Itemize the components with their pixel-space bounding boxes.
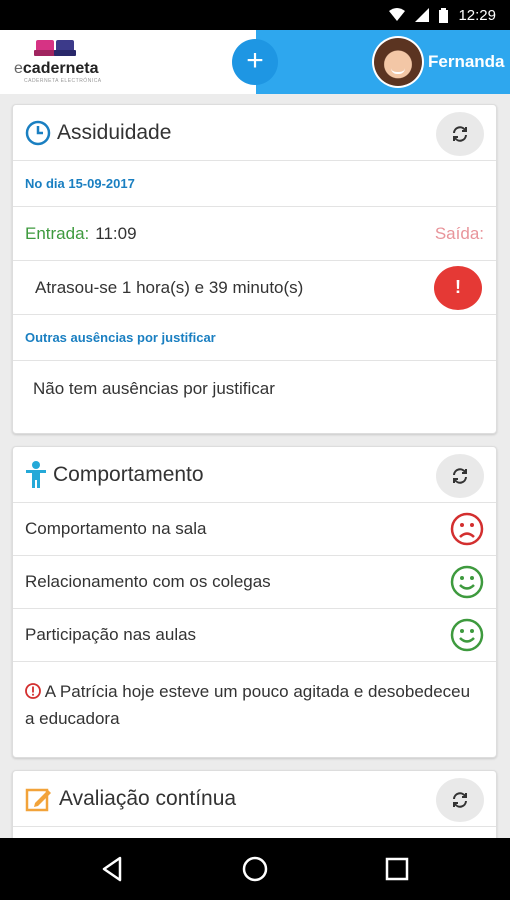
behaviour-item-label: Comportamento na sala	[25, 519, 207, 538]
app-header: ecaderneta CADERNETA ELECTRÓNICA + Ferna…	[0, 30, 510, 94]
behaviour-note-row: A Patrícia hoje esteve um pouco agitada …	[13, 662, 496, 757]
navigation-bar	[0, 838, 510, 900]
evaluation-title: Avaliação contínua	[59, 786, 237, 810]
attendance-refresh-button[interactable]	[436, 112, 484, 156]
exit-label: Saída:	[434, 223, 484, 243]
refresh-icon	[453, 468, 467, 484]
back-icon[interactable]	[98, 854, 128, 884]
behaviour-item: Comportamento na sala	[13, 503, 496, 556]
behaviour-note: A Patrícia hoje esteve um pouco agitada …	[25, 682, 471, 728]
add-button[interactable]: +	[232, 39, 278, 85]
user-name[interactable]: Fernanda	[428, 52, 505, 72]
status-bar: 12:29	[0, 0, 510, 30]
happy-face-icon	[450, 618, 484, 652]
recent-apps-icon[interactable]	[382, 854, 412, 884]
behaviour-title: Comportamento	[53, 462, 204, 486]
behaviour-item: Relacionamento com os colegas	[13, 556, 496, 609]
entry-exit-row: Entrada: 11:09 Saída:	[13, 207, 496, 261]
behaviour-card: Comportamento Comportamento na sala Rela…	[12, 446, 497, 758]
refresh-icon	[453, 126, 467, 142]
sad-face-icon	[450, 512, 484, 546]
evaluation-header: Avaliação contínua	[13, 771, 496, 827]
person-icon	[26, 460, 46, 488]
behaviour-item-label: Participação nas aulas	[25, 625, 197, 644]
warning-icon	[25, 683, 41, 699]
happy-face-icon	[450, 565, 484, 599]
clock-icon	[25, 120, 51, 145]
attendance-date: No dia 15-09-2017	[25, 176, 135, 191]
home-icon[interactable]	[240, 854, 270, 884]
no-absences-row: Não tem ausências por justificar	[13, 361, 496, 417]
ecaderneta-logo[interactable]: ecaderneta CADERNETA ELECTRÓNICA	[14, 38, 104, 86]
attendance-title: Assiduidade	[57, 120, 172, 144]
attendance-card: Assiduidade No dia 15-09-2017 Entrada: 1…	[12, 104, 497, 434]
behaviour-refresh-button[interactable]	[436, 454, 484, 498]
no-absences-text: Não tem ausências por justificar	[33, 379, 275, 398]
evaluation-card: Avaliação contínua	[12, 770, 497, 838]
wifi-icon	[389, 8, 406, 21]
main-content[interactable]: Assiduidade No dia 15-09-2017 Entrada: 1…	[0, 94, 510, 838]
entry-label: Entrada:	[25, 223, 90, 243]
alert-icon: !	[455, 277, 461, 297]
signal-icon	[415, 8, 430, 22]
behaviour-header: Comportamento	[13, 447, 496, 503]
other-absences-row: Outras ausências por justificar	[13, 315, 496, 361]
attendance-date-row: No dia 15-09-2017	[13, 161, 496, 207]
evaluation-refresh-button[interactable]	[436, 778, 484, 822]
other-absences-label: Outras ausências por justificar	[25, 330, 216, 345]
attendance-header: Assiduidade	[13, 105, 496, 161]
behaviour-item-label: Relacionamento com os colegas	[25, 572, 271, 591]
battery-icon	[439, 7, 449, 23]
refresh-icon	[453, 792, 467, 808]
late-text: Atrasou-se 1 hora(s) e 39 minuto(s)	[35, 277, 304, 297]
avatar[interactable]	[372, 36, 424, 88]
edit-icon	[25, 788, 51, 811]
behaviour-item: Participação nas aulas	[13, 609, 496, 662]
entry-time: 11:09	[95, 223, 137, 243]
late-row: Atrasou-se 1 hora(s) e 39 minuto(s) !	[13, 261, 496, 315]
clock-time: 12:29	[458, 6, 496, 24]
late-alert-button[interactable]: !	[434, 265, 482, 310]
